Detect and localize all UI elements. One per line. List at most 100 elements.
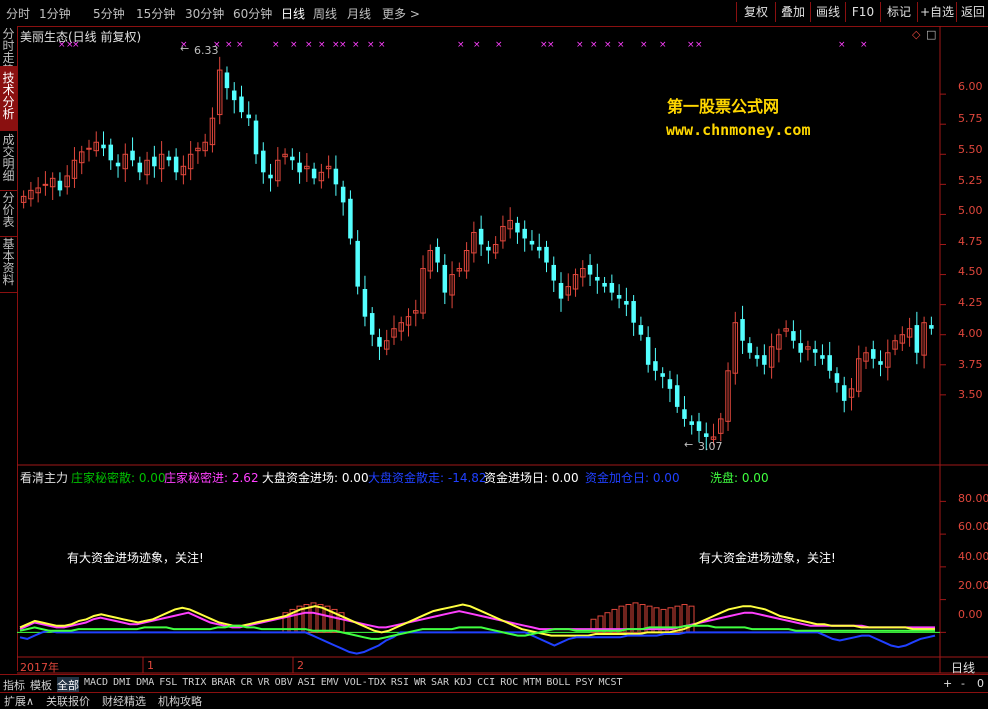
indicator-tab[interactable]: FSL [159,677,177,688]
candle-body [587,264,593,275]
period-15min[interactable]: 15分钟 [136,5,175,22]
indicator-tab[interactable]: OBV [275,677,293,688]
indicator-tick: 60.00 [958,520,988,533]
overlay-button[interactable]: 叠加 [775,2,810,22]
indicator-tab[interactable]: 全部 [57,677,79,693]
period-5min[interactable]: 5分钟 [93,5,125,22]
zoom-in-button[interactable]: + [943,677,952,690]
indicator-tab[interactable]: WR [414,677,426,688]
indicator-tab[interactable]: DMI [113,677,131,688]
indicator-tab[interactable]: VOL-TDX [344,677,386,688]
candle-body [631,301,636,323]
indicator-tab[interactable]: ASI [298,677,316,688]
signal-marker-icon: × [640,40,648,50]
price-tick: 4.50 [958,265,983,278]
indicator-tab[interactable]: SAR [431,677,449,688]
year-label: 2017年 [20,661,59,674]
candle-body [762,355,767,365]
period-more[interactable]: 更多 > [382,5,420,22]
period-60min[interactable]: 60分钟 [233,5,272,22]
period-fenshi[interactable]: 分时 [6,5,30,22]
mark-button[interactable]: 标记 [880,2,917,22]
candle-body [602,282,607,287]
zoom-out-button[interactable]: - [961,677,965,690]
volume-bar [674,605,681,633]
indicator-tab[interactable]: MTM [523,677,541,688]
period-monthly[interactable]: 月线 [347,5,371,22]
period-toolbar: 分时 1分钟 5分钟 15分钟 30分钟 60分钟 日线 周线 月线 更多 > … [0,0,988,27]
signal-marker-icon: × [225,40,233,50]
candle-body [478,228,484,245]
indicator-tab[interactable]: 模板 [30,677,52,693]
volume-bar [639,604,646,633]
tab-technical-analysis[interactable]: 技术分析 [0,66,17,131]
indicator-line [19,603,935,637]
candle-body [383,340,390,350]
fuquan-button[interactable]: 复权 [736,2,775,22]
tab-basic-info[interactable]: 基本资料 [0,236,17,293]
signal-marker-icon: × [617,40,625,50]
indicator-tab[interactable]: CR [240,677,252,688]
candle-body [290,156,295,161]
indicator-tab[interactable]: MCST [598,677,622,688]
indicator-tab[interactable]: BOLL [546,677,570,688]
zoom-reset-button[interactable]: 0 [977,677,984,690]
indicator-tab[interactable]: 指标 [3,677,25,693]
expand-button[interactable]: 扩展∧ [4,693,34,709]
back-button[interactable]: 返回 [956,2,988,22]
candle-body [166,156,172,161]
candle-body [348,198,353,239]
candle-body [93,141,100,152]
institution-strategy-button[interactable]: 机构攻略 [158,693,202,709]
indicator-line [19,624,935,640]
indicator-tab[interactable]: BRAR [211,677,235,688]
candle-body [580,268,586,278]
candle-body [246,114,252,119]
volume-bar [317,604,324,633]
candle-body [463,250,470,272]
period-daily[interactable]: 日线 [281,5,305,22]
tab-trade-detail[interactable]: 成交明细 [0,130,17,191]
candle-body [551,264,557,281]
signal-marker-icon: × [687,40,695,50]
side-tabs: 分时走势 技术分析 成交明细 分价表 基本资料 [0,26,18,671]
volume-bar [632,602,639,633]
candle-body [492,243,499,254]
indicator-tab[interactable]: EMV [321,677,339,688]
draw-line-button[interactable]: 画线 [810,2,845,22]
signal-note: 有大资金进场迹象，关注! [67,551,204,565]
period-1min[interactable]: 1分钟 [39,5,71,22]
finance-picks-button[interactable]: 财经精选 [102,693,146,709]
indicator-tab[interactable]: TRIX [182,677,206,688]
indicator-tab[interactable]: PSY [575,677,593,688]
legend-square-icon[interactable]: □ [926,28,936,41]
candle-body [841,385,847,401]
tab-fenshi[interactable]: 分时走势 [0,26,17,76]
volume-bar [289,608,296,633]
tab-price-table[interactable]: 分价表 [0,190,17,237]
period-30min[interactable]: 30分钟 [185,5,224,22]
indicator-tab[interactable]: MACD [84,677,108,688]
period-weekly[interactable]: 周线 [313,5,337,22]
candle-body [609,282,615,293]
candle-body [20,195,27,203]
candle-body [667,379,673,389]
legend-diamond-icon[interactable]: ◇ [912,28,920,41]
indicator-tab[interactable]: CCI [477,677,495,688]
price-chart[interactable]: × ×× × × × × × × × × × × × × × × × × × × × × × × × × × × × × [0,0,988,706]
candle-body [863,352,869,362]
candle-body [261,150,266,173]
indicator-tab[interactable]: VR [258,677,270,688]
candle-body [209,117,216,146]
f10-button[interactable]: F10 [845,2,880,22]
related-quotes-button[interactable]: 关联报价 [46,693,90,709]
candle-body [122,153,129,170]
add-favorite-button[interactable]: +自选 [917,2,956,22]
indicator-tab[interactable]: DMA [136,677,154,688]
indicator-name[interactable]: 看清主力 [20,469,68,486]
candle-body [776,334,782,350]
indicator-tab[interactable]: RSI [391,677,409,688]
indicator-tab[interactable]: ROC [500,677,518,688]
indicator-tab[interactable]: KDJ [454,677,472,688]
status-bar: 扩展∧ 关联报价 财经精选 机构攻略 [0,692,988,709]
